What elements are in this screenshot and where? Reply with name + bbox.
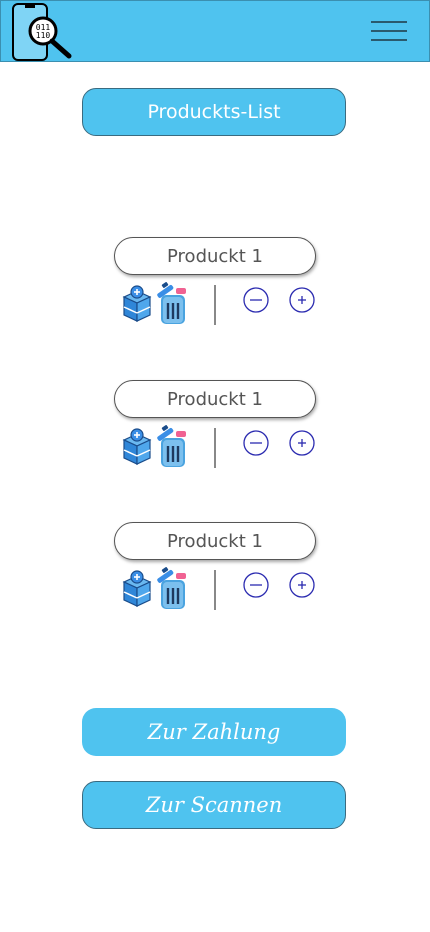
divider <box>214 570 216 610</box>
trash-icon[interactable] <box>154 281 188 325</box>
hamburger-menu-icon[interactable] <box>371 19 407 45</box>
add-box-icon[interactable] <box>122 570 152 608</box>
add-box-icon[interactable] <box>122 428 152 466</box>
decrease-quantity-button[interactable] <box>243 287 269 313</box>
product-row: Produckt 1 <box>0 380 430 476</box>
product-name-field[interactable]: Produckt 1 <box>114 380 316 418</box>
add-box-icon[interactable] <box>122 285 152 323</box>
divider <box>214 428 216 468</box>
trash-icon[interactable] <box>154 566 188 610</box>
product-row: Produckt 1 <box>0 237 430 333</box>
svg-text:110: 110 <box>36 31 51 40</box>
go-to-payment-button[interactable]: Zur Zahlung <box>82 708 346 756</box>
trash-icon[interactable] <box>154 424 188 468</box>
increase-quantity-button[interactable] <box>289 572 315 598</box>
product-name-field[interactable]: Produckt 1 <box>114 522 316 560</box>
decrease-quantity-button[interactable] <box>243 572 269 598</box>
go-to-scan-button[interactable]: Zur Scannen <box>82 781 346 829</box>
increase-quantity-button[interactable] <box>289 287 315 313</box>
increase-quantity-button[interactable] <box>289 430 315 456</box>
product-row: Produckt 1 <box>0 522 430 618</box>
app-header: 011 110 <box>0 0 430 62</box>
products-list-button[interactable]: Produckts-List <box>82 88 346 136</box>
product-name-field[interactable]: Produckt 1 <box>114 237 316 275</box>
phone-barcode-search-icon[interactable]: 011 110 <box>9 1 75 61</box>
decrease-quantity-button[interactable] <box>243 430 269 456</box>
divider <box>214 285 216 325</box>
